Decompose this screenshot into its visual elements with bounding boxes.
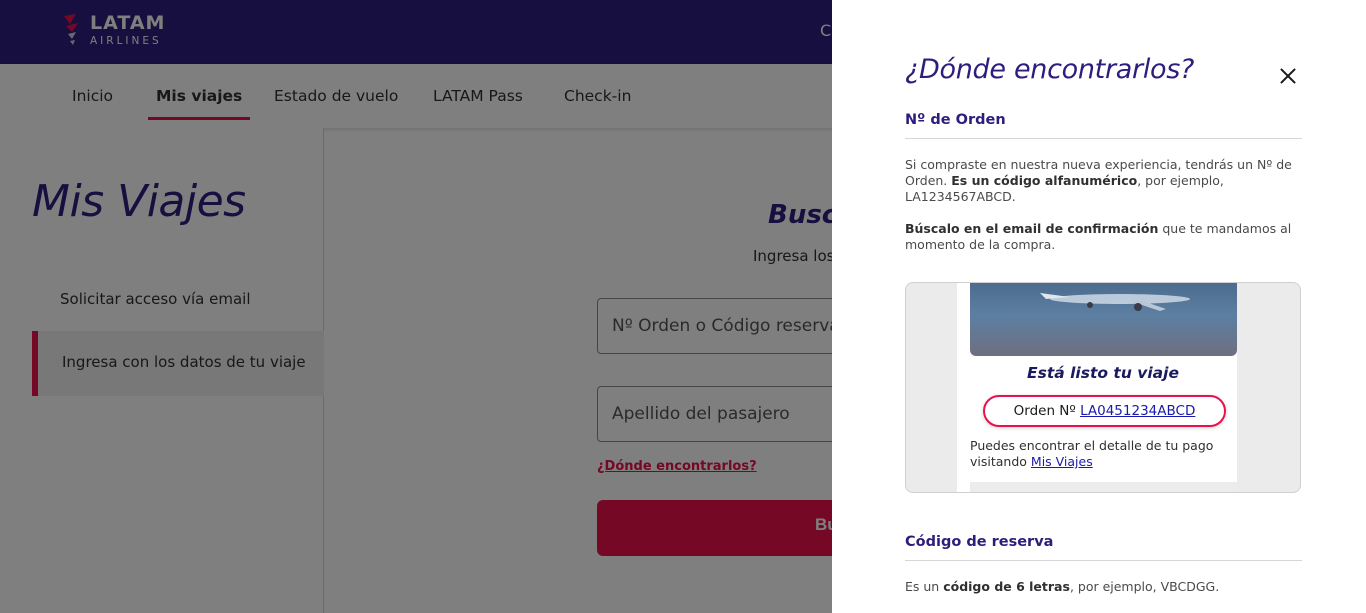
email-example-image: Está listo tu viaje Orden Nº LA0451234AB… [905,282,1301,493]
section-divider [905,138,1302,139]
email-footer [970,482,1237,492]
airplane-photo [970,283,1237,356]
order-number-highlight: Orden Nº LA0451234ABCD [983,395,1226,427]
order-description: Si compraste en nuestra nueva experienci… [905,157,1292,204]
close-icon[interactable] [1278,66,1298,86]
email-detail-text: Puedes encontrar el detalle de tu pago v… [970,438,1214,469]
order-where-description: Búscalo en el email de confirmación que … [905,221,1292,252]
drawer-title: ¿Dónde encontrarlos? [905,54,1195,85]
email-preview: Está listo tu viaje Orden Nº LA0451234AB… [957,283,1237,492]
section-divider [905,560,1302,561]
help-drawer: ¿Dónde encontrarlos? Nº de Orden Si comp… [832,0,1366,613]
email-heading: Está listo tu viaje [1027,364,1179,382]
order-number-link: LA0451234ABCD [1080,403,1196,419]
airplane-icon [1040,293,1190,311]
email-mis-viajes-link: Mis Viajes [1030,454,1093,469]
booking-section-heading: Código de reserva [905,534,1054,550]
order-section-heading: Nº de Orden [905,112,1006,128]
booking-description: Es un código de 6 letras, por ejemplo, V… [905,579,1220,594]
